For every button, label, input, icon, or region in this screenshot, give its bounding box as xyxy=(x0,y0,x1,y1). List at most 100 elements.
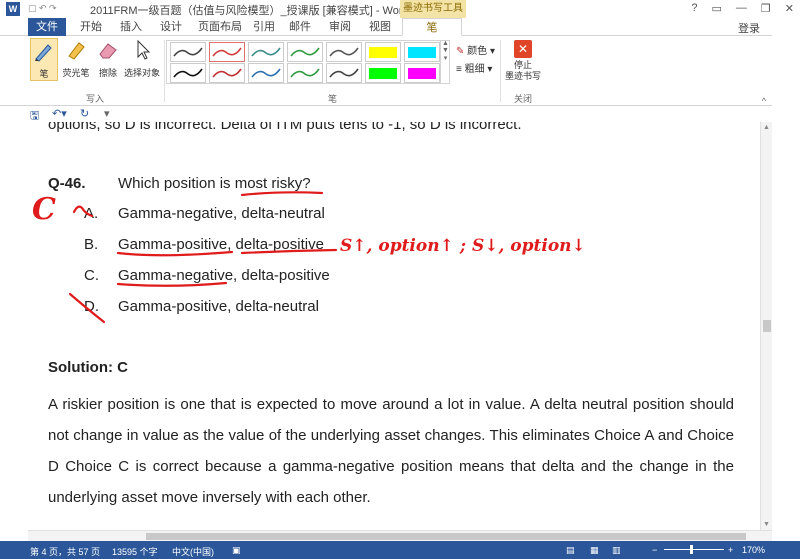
pen-style-swatch[interactable] xyxy=(365,63,401,83)
context-tab-header: 墨迹书写工具 xyxy=(400,0,466,18)
cursor-icon xyxy=(137,39,151,60)
pen-style-gallery xyxy=(166,40,450,84)
option-text: Gamma-positive, delta-neutral xyxy=(118,298,319,315)
solution-title: Solution: C xyxy=(48,359,128,376)
scroll-down-icon[interactable]: ▼ xyxy=(763,521,770,528)
stop-inking-button[interactable]: ✕ 停止 墨迹书写 xyxy=(504,40,542,82)
eraser-label: 擦除 xyxy=(98,68,117,78)
zoom-level[interactable]: 170% xyxy=(742,545,765,555)
right-edge xyxy=(772,18,800,530)
redo-icon[interactable]: ↻ xyxy=(80,107,89,120)
customize-qat-icon[interactable]: ▾ xyxy=(104,107,110,120)
pen-style-swatch[interactable] xyxy=(287,42,323,62)
option-letter: A. xyxy=(84,205,99,222)
option-letter: D. xyxy=(84,298,99,315)
scroll-thumb[interactable] xyxy=(763,320,771,332)
word-count[interactable]: 13595 个字 xyxy=(112,545,158,558)
pen-style-swatch[interactable] xyxy=(326,63,362,83)
tab-mailings[interactable]: 邮件 xyxy=(288,18,312,36)
ink-answer-c: C xyxy=(32,192,56,227)
tab-home[interactable]: 开始 xyxy=(76,18,106,36)
title-bar: W ▢ ↶ ↷ 2011FRM一级百题（估值与风险模型）_授课版 [兼容模式] … xyxy=(0,0,800,18)
pen-color-dropdown[interactable]: ✎ 颜色 ▾ xyxy=(456,42,495,57)
macro-icon[interactable]: ▣ xyxy=(232,545,241,556)
pen-style-swatch[interactable] xyxy=(248,63,284,83)
pen-style-swatch[interactable] xyxy=(170,63,206,83)
undo-icon[interactable]: ↶▾ xyxy=(52,107,67,120)
partial-text-line: options, so D is incorrect. Delta of ITM… xyxy=(48,122,522,133)
web-layout-icon[interactable]: ▥ xyxy=(612,545,621,556)
ribbon-display-icon[interactable]: ▭ xyxy=(712,2,722,15)
pen-style-swatch[interactable] xyxy=(404,63,440,83)
collapse-ribbon-icon[interactable]: ^ xyxy=(762,96,766,106)
language[interactable]: 中文(中国) xyxy=(172,545,214,558)
stop-icon: ✕ xyxy=(514,40,532,58)
restore-icon[interactable]: ❐ xyxy=(761,2,771,15)
help-icon[interactable]: ? xyxy=(691,2,697,15)
zoom-in-icon[interactable]: + xyxy=(728,545,733,555)
pen-style-swatch[interactable] xyxy=(287,63,323,83)
option-text: Gamma-negative, delta-neutral xyxy=(118,205,325,222)
write-group-label: 写入 xyxy=(86,94,105,104)
pen-style-swatch[interactable] xyxy=(248,42,284,62)
solution-paragraph: A riskier position is one that is expect… xyxy=(48,396,734,506)
quick-access-hint: ▢ ↶ ↷ xyxy=(28,3,57,13)
eraser-icon xyxy=(99,43,117,59)
pen-icon xyxy=(35,44,52,62)
tab-design[interactable]: 设计 xyxy=(156,18,186,36)
tab-insert[interactable]: 插入 xyxy=(116,18,146,36)
zoom-slider-knob[interactable] xyxy=(690,545,693,554)
quick-access-toolbar: 🖫 ↶▾ ↻ ▾ xyxy=(0,106,800,122)
color-icon: ✎ xyxy=(456,46,465,57)
ribbon: 笔 荧光笔 擦除 选择对象 写入 ▲ ▼ ▾ ✎ 颜色 ▾ ≡ 粗细 ▾ 笔 ✕ 停… xyxy=(0,36,800,106)
question-text: Which position is most risky? xyxy=(118,175,311,192)
thickness-label: 粗细 xyxy=(464,64,485,75)
pen-style-swatch[interactable] xyxy=(365,42,401,62)
print-layout-icon[interactable]: ▦ xyxy=(590,545,599,556)
document-page[interactable]: options, so D is incorrect. Delta of ITM… xyxy=(0,122,760,530)
read-mode-icon[interactable]: ▤ xyxy=(566,545,575,556)
option-text: Gamma-positive, delta-positive xyxy=(118,236,324,253)
highlighter-button[interactable]: 荧光笔 xyxy=(62,38,90,79)
window-controls: ? ▭ — ❐ ✕ xyxy=(691,2,794,15)
zoom-out-icon[interactable]: − xyxy=(652,545,657,555)
close-icon[interactable]: ✕ xyxy=(785,2,794,15)
tab-view[interactable]: 视图 xyxy=(368,18,392,36)
ink-note-option-b: S↑, option↑ ; S↓, option↓ xyxy=(340,236,586,256)
word-app-icon[interactable]: W xyxy=(6,2,20,16)
select-objects-label: 选择对象 xyxy=(123,68,160,78)
page-count[interactable]: 第 4 页，共 57 页 xyxy=(30,545,100,558)
minimize-icon[interactable]: — xyxy=(736,2,747,15)
pen-thickness-dropdown[interactable]: ≡ 粗细 ▾ xyxy=(456,60,492,75)
pen-style-swatch[interactable] xyxy=(404,42,440,62)
highlighter-icon xyxy=(68,42,85,60)
ink-underline-most-risky xyxy=(240,191,324,197)
select-objects-button[interactable]: 选择对象 xyxy=(122,38,162,79)
tab-review[interactable]: 审阅 xyxy=(328,18,352,36)
pen-button[interactable]: 笔 xyxy=(30,38,58,81)
pen-style-swatch[interactable] xyxy=(170,42,206,62)
color-label: 颜色 xyxy=(467,46,488,57)
eraser-button[interactable]: 擦除 xyxy=(96,38,120,79)
pen-style-swatch[interactable] xyxy=(326,42,362,62)
tab-layout[interactable]: 页面布局 xyxy=(196,18,244,36)
scroll-up-icon[interactable]: ▲ xyxy=(763,124,770,131)
ribbon-separator xyxy=(164,40,165,102)
pen-style-swatch[interactable] xyxy=(209,42,245,62)
gallery-scroll[interactable]: ▲ ▼ ▾ xyxy=(440,40,450,84)
stop-inking-label: 停止 墨迹书写 xyxy=(504,60,541,81)
pen-style-swatch[interactable] xyxy=(209,63,245,83)
ribbon-tabs: 文件 开始 插入 设计 页面布局 引用 邮件 审阅 视图 笔 登录 xyxy=(0,18,800,36)
tab-references[interactable]: 引用 xyxy=(252,18,276,36)
zoom-slider[interactable] xyxy=(664,549,724,550)
hscroll-thumb[interactable] xyxy=(146,533,746,540)
vertical-scrollbar[interactable]: ▲ ▼ xyxy=(760,122,772,530)
tab-file[interactable]: 文件 xyxy=(28,18,66,36)
horizontal-scrollbar[interactable] xyxy=(28,530,772,541)
pens-group-label: 笔 xyxy=(328,94,338,104)
highlighter-label: 荧光笔 xyxy=(62,68,90,78)
option-letter: B. xyxy=(84,236,99,253)
question-number: Q-46. xyxy=(48,175,86,192)
tab-pen[interactable]: 笔 xyxy=(402,18,462,36)
login-link[interactable]: 登录 xyxy=(738,20,760,36)
